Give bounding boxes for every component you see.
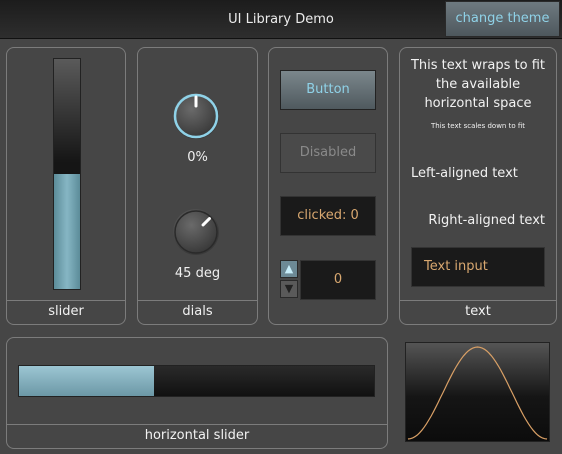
dials-caption: dials <box>138 300 257 324</box>
slider-caption: slider <box>7 300 125 324</box>
horizontal-slider-fill <box>19 366 154 396</box>
dials-panel: 0% 45 deg dials <box>137 47 258 325</box>
disabled-button: Disabled <box>280 133 376 173</box>
vertical-slider-fill <box>54 174 80 289</box>
text-panel: This text wraps to fit the available hor… <box>399 47 557 325</box>
right-aligned-text: Right-aligned text <box>428 213 545 228</box>
bell-curve-graphic <box>407 346 548 440</box>
horizontal-slider[interactable] <box>18 365 375 397</box>
spin-down-button[interactable]: ▼ <box>280 280 298 298</box>
title-bar: UI Library Demo change theme <box>0 0 562 39</box>
percent-dial-value: 0% <box>187 150 208 165</box>
vertical-slider[interactable] <box>53 58 81 290</box>
spin-value-field[interactable]: 0 <box>300 260 376 300</box>
degree-dial-value: 45 deg <box>174 266 221 281</box>
left-aligned-text: Left-aligned text <box>411 166 518 181</box>
bell-curve-line <box>407 346 548 440</box>
text-caption: text <box>400 300 556 324</box>
slider-panel: slider <box>6 47 126 325</box>
curve-graphic <box>405 342 550 442</box>
change-theme-button[interactable]: change theme <box>445 1 560 37</box>
horizontal-slider-caption: horizontal slider <box>7 424 387 448</box>
dial-indicator <box>201 217 211 227</box>
main-button[interactable]: Button <box>280 70 376 110</box>
wrapping-text: This text wraps to fit the available hor… <box>410 58 546 111</box>
horizontal-slider-panel: horizontal slider <box>6 337 388 449</box>
spin-up-button[interactable]: ▲ <box>280 260 298 278</box>
text-input[interactable]: Text input <box>411 247 545 287</box>
degree-dial[interactable] <box>173 209 219 255</box>
percent-dial[interactable] <box>173 93 219 139</box>
buttons-panel: Button Disabled clicked: 0 ▲ ▼ 0 <box>268 47 388 325</box>
click-counter: clicked: 0 <box>280 196 376 236</box>
scaled-text: This text scales down to fit <box>431 122 525 130</box>
